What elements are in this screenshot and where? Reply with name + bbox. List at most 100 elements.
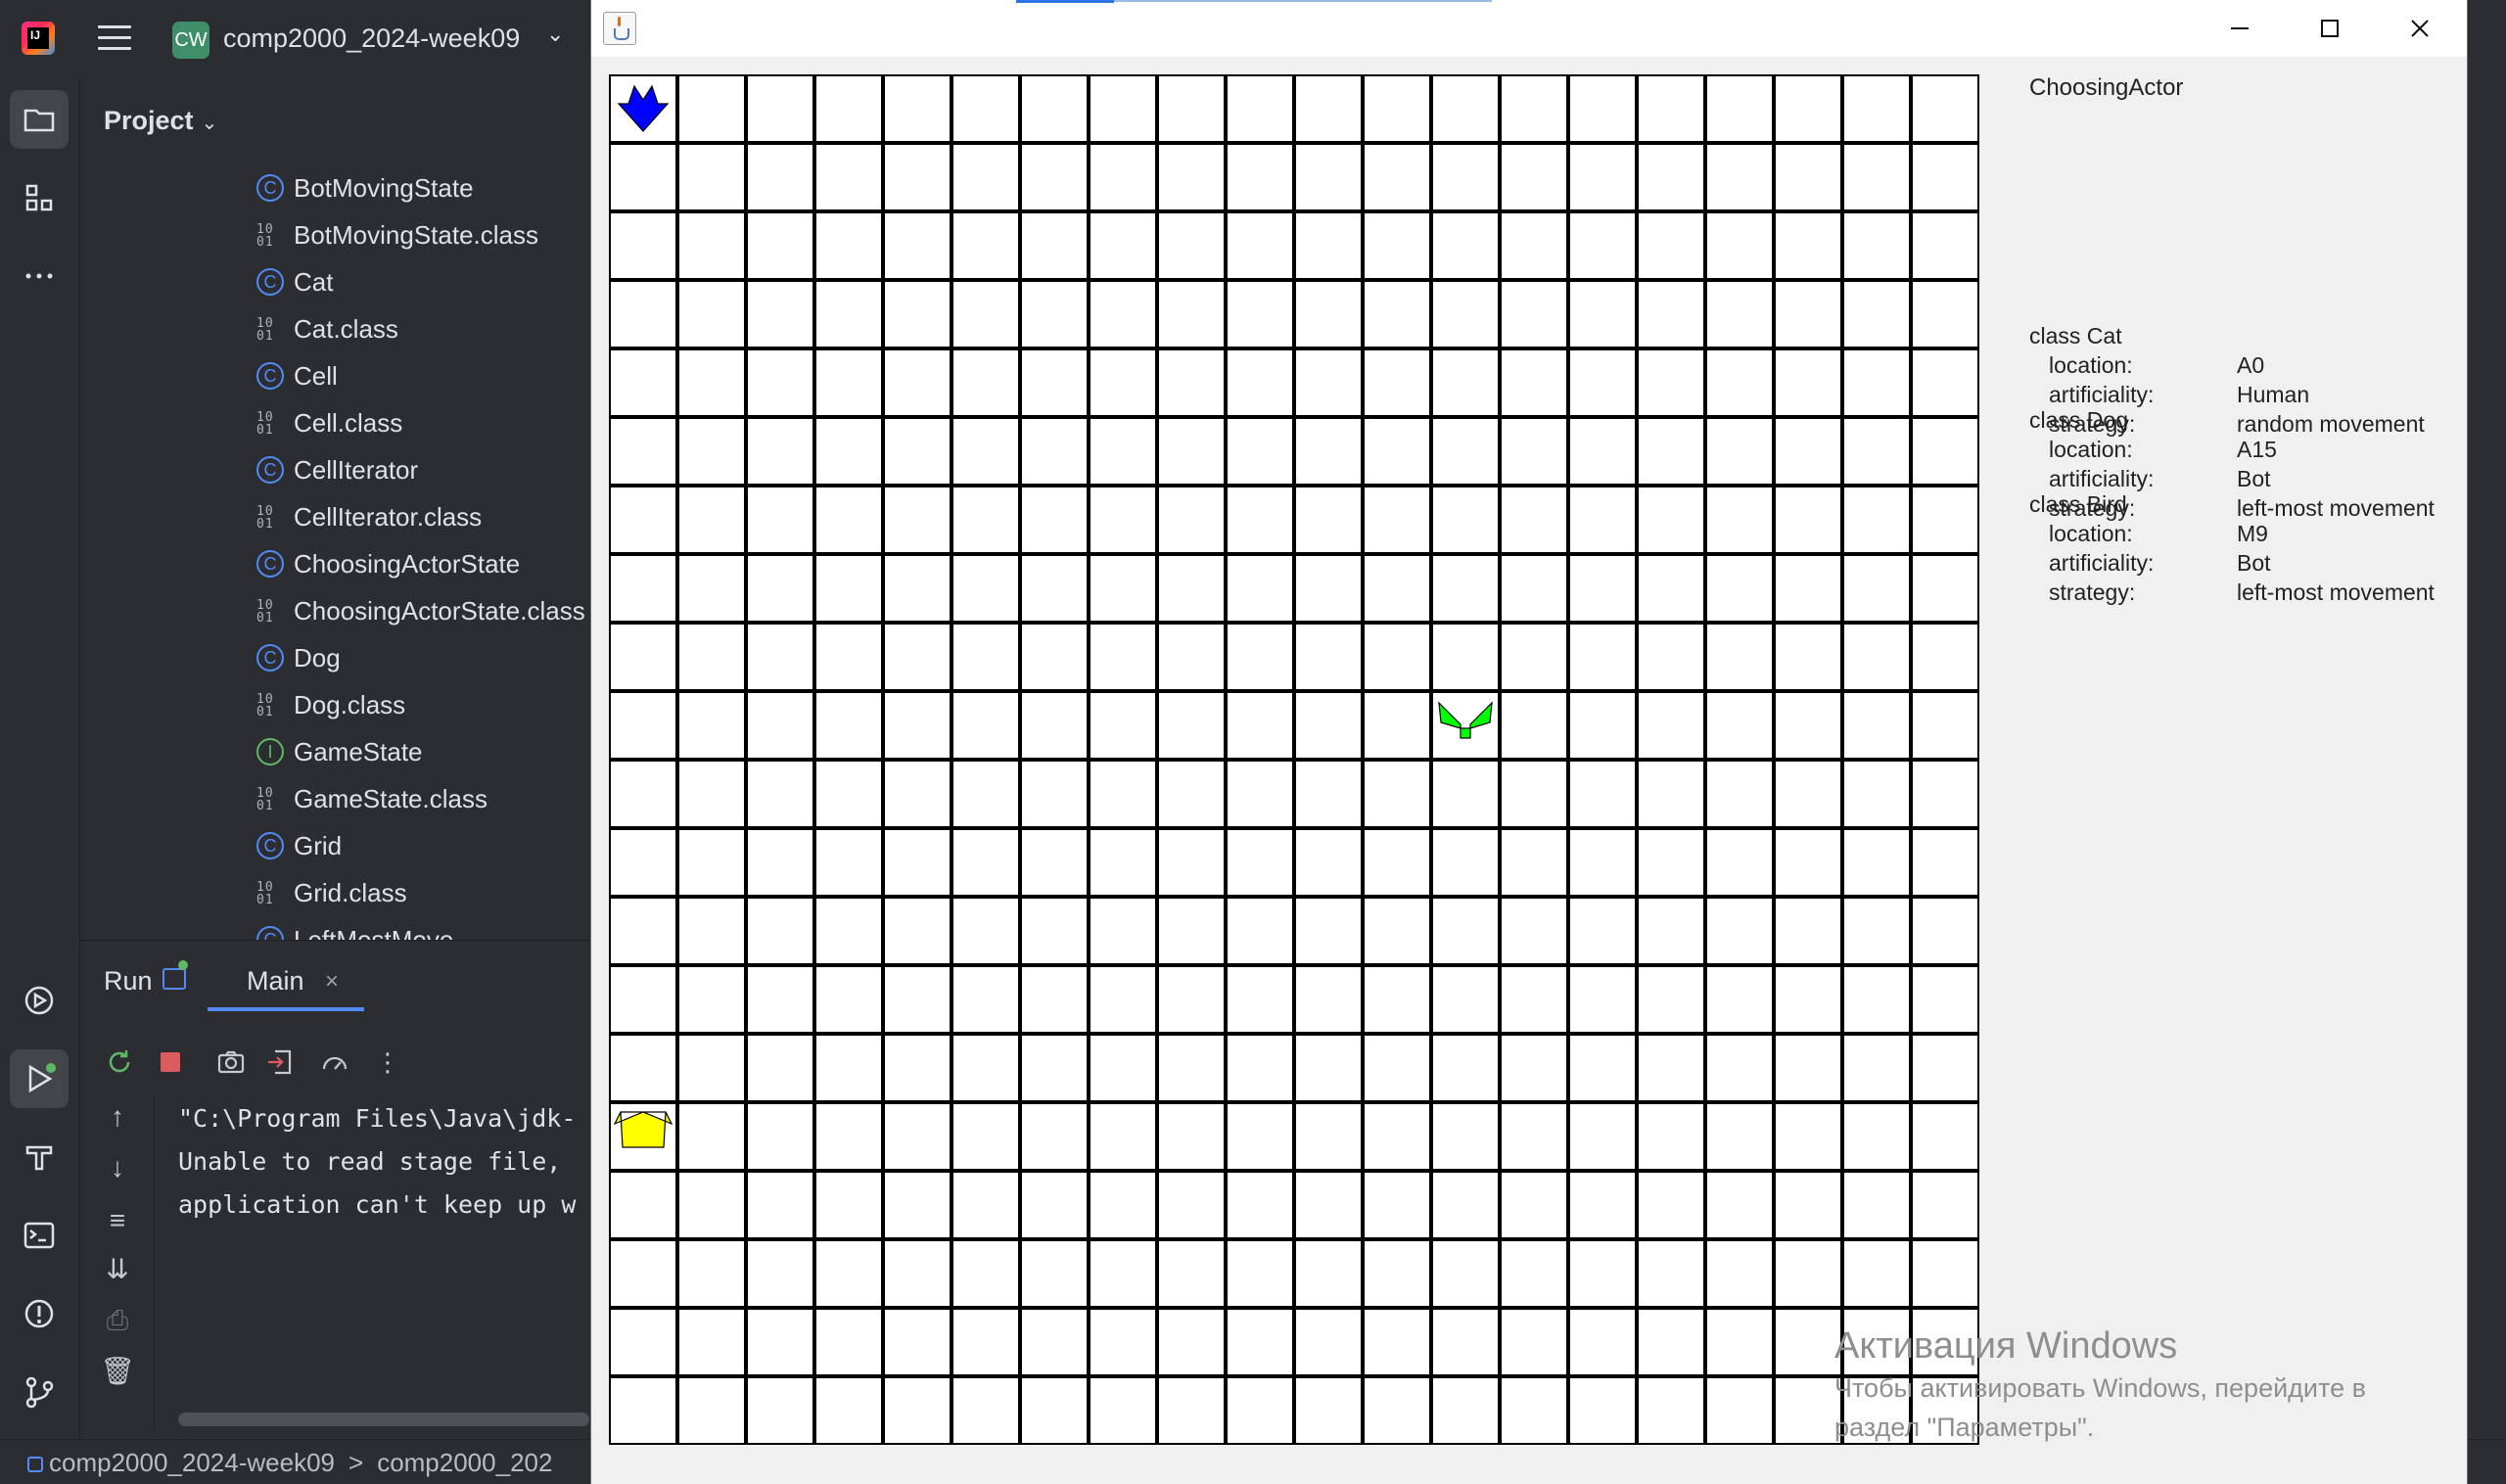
tree-item[interactable]: 10 01 GameState.class [80, 775, 589, 822]
grid-cell[interactable] [1363, 1308, 1431, 1376]
tree-item[interactable]: C LeftMostMove [80, 916, 589, 940]
grid-cell[interactable] [1363, 1102, 1431, 1171]
grid-cell[interactable] [1637, 143, 1705, 211]
grid-cell[interactable] [746, 1034, 814, 1102]
grid-cell[interactable] [1774, 486, 1842, 554]
grid-cell[interactable] [814, 1171, 883, 1239]
grid-cell[interactable] [1500, 1376, 1568, 1445]
grid-cell[interactable] [1842, 348, 1911, 417]
grid-cell[interactable] [1842, 554, 1911, 623]
grid-cell[interactable] [609, 691, 677, 760]
grid-cell[interactable] [609, 143, 677, 211]
grid-cell[interactable] [677, 280, 746, 348]
grid-cell[interactable] [1020, 760, 1089, 828]
grid-cell[interactable] [1842, 486, 1911, 554]
grid-cell[interactable] [1089, 417, 1157, 486]
grid-cell[interactable] [883, 623, 951, 691]
grid-cell[interactable] [1226, 348, 1294, 417]
grid-cell[interactable] [883, 828, 951, 897]
grid-cell[interactable] [814, 554, 883, 623]
grid-cell[interactable] [883, 897, 951, 965]
camera-dump-icon[interactable] [211, 1043, 251, 1082]
grid-cell[interactable] [1842, 760, 1911, 828]
grid-cell[interactable] [677, 554, 746, 623]
grid-cell[interactable] [1226, 1102, 1294, 1171]
grid-cell[interactable] [1431, 691, 1500, 760]
grid-cell[interactable] [1637, 74, 1705, 143]
print-icon[interactable]: ⎙ [98, 1301, 137, 1340]
grid-cell[interactable] [1842, 965, 1911, 1034]
grid-cell[interactable] [1911, 1171, 1979, 1239]
grid-cell[interactable] [1226, 1376, 1294, 1445]
soft-wrap-icon[interactable]: ≡ [98, 1201, 137, 1240]
grid-cell[interactable] [677, 348, 746, 417]
grid-cell[interactable] [609, 760, 677, 828]
grid-cell[interactable] [883, 1376, 951, 1445]
grid-cell[interactable] [1363, 623, 1431, 691]
grid-cell[interactable] [814, 1376, 883, 1445]
grid-cell[interactable] [1226, 965, 1294, 1034]
grid-cell[interactable] [1842, 211, 1911, 280]
grid-cell[interactable] [1226, 760, 1294, 828]
grid-cell[interactable] [1431, 143, 1500, 211]
grid-svg[interactable] [609, 74, 1979, 1445]
project-view-selector[interactable]: Project ⌄ [104, 106, 217, 136]
grid-cell[interactable] [609, 486, 677, 554]
grid-cell[interactable] [1637, 280, 1705, 348]
grid-cell[interactable] [1363, 1171, 1431, 1239]
grid-cell[interactable] [1020, 1308, 1089, 1376]
grid-cell[interactable] [1431, 280, 1500, 348]
grid-cell[interactable] [1705, 1376, 1774, 1445]
grid-cell[interactable] [1842, 1171, 1911, 1239]
game-grid[interactable] [609, 74, 1979, 1445]
tree-item[interactable]: C Grid [80, 822, 589, 869]
grid-cell[interactable] [1431, 1376, 1500, 1445]
grid-cell[interactable] [609, 1171, 677, 1239]
grid-cell[interactable] [1157, 74, 1226, 143]
grid-cell[interactable] [609, 1034, 677, 1102]
grid-cell[interactable] [951, 623, 1020, 691]
grid-cell[interactable] [1842, 1239, 1911, 1308]
grid-cell[interactable] [1705, 1239, 1774, 1308]
grid-cell[interactable] [1431, 897, 1500, 965]
grid-cell[interactable] [1500, 1102, 1568, 1171]
grid-cell[interactable] [1774, 1034, 1842, 1102]
tree-item[interactable]: 10 01 Grid.class [80, 869, 589, 916]
grid-cell[interactable] [1705, 1308, 1774, 1376]
grid-cell[interactable] [677, 828, 746, 897]
grid-cell[interactable] [1911, 1239, 1979, 1308]
tree-item[interactable]: C ChoosingActorState [80, 540, 589, 587]
grid-cell[interactable] [1363, 280, 1431, 348]
grid-cell[interactable] [1089, 211, 1157, 280]
grid-cell[interactable] [951, 691, 1020, 760]
grid-cell[interactable] [1911, 74, 1979, 143]
grid-cell[interactable] [1705, 1102, 1774, 1171]
grid-cell[interactable] [1568, 1102, 1637, 1171]
grid-cell[interactable] [883, 1308, 951, 1376]
grid-cell[interactable] [951, 1308, 1020, 1376]
grid-cell[interactable] [1774, 965, 1842, 1034]
maximize-button[interactable] [2285, 0, 2375, 57]
grid-cell[interactable] [1500, 211, 1568, 280]
minimize-button[interactable] [2195, 0, 2285, 57]
services-tool-icon[interactable] [10, 971, 69, 1030]
grid-cell[interactable] [951, 897, 1020, 965]
grid-cell[interactable] [1020, 691, 1089, 760]
grid-cell[interactable] [1842, 143, 1911, 211]
grid-cell[interactable] [1500, 74, 1568, 143]
grid-cell[interactable] [1774, 897, 1842, 965]
tree-item[interactable]: 10 01 BotMovingState.class [80, 211, 589, 258]
grid-cell[interactable] [1157, 965, 1226, 1034]
grid-cell[interactable] [609, 211, 677, 280]
grid-cell[interactable] [746, 760, 814, 828]
tree-item[interactable]: 10 01 Dog.class [80, 681, 589, 728]
grid-cell[interactable] [677, 691, 746, 760]
grid-cell[interactable] [1911, 691, 1979, 760]
grid-cell[interactable] [1089, 965, 1157, 1034]
grid-cell[interactable] [1226, 143, 1294, 211]
grid-cell[interactable] [1568, 74, 1637, 143]
grid-cell[interactable] [1568, 417, 1637, 486]
grid-cell[interactable] [814, 1102, 883, 1171]
grid-cell[interactable] [746, 1171, 814, 1239]
grid-cell[interactable] [1294, 74, 1363, 143]
